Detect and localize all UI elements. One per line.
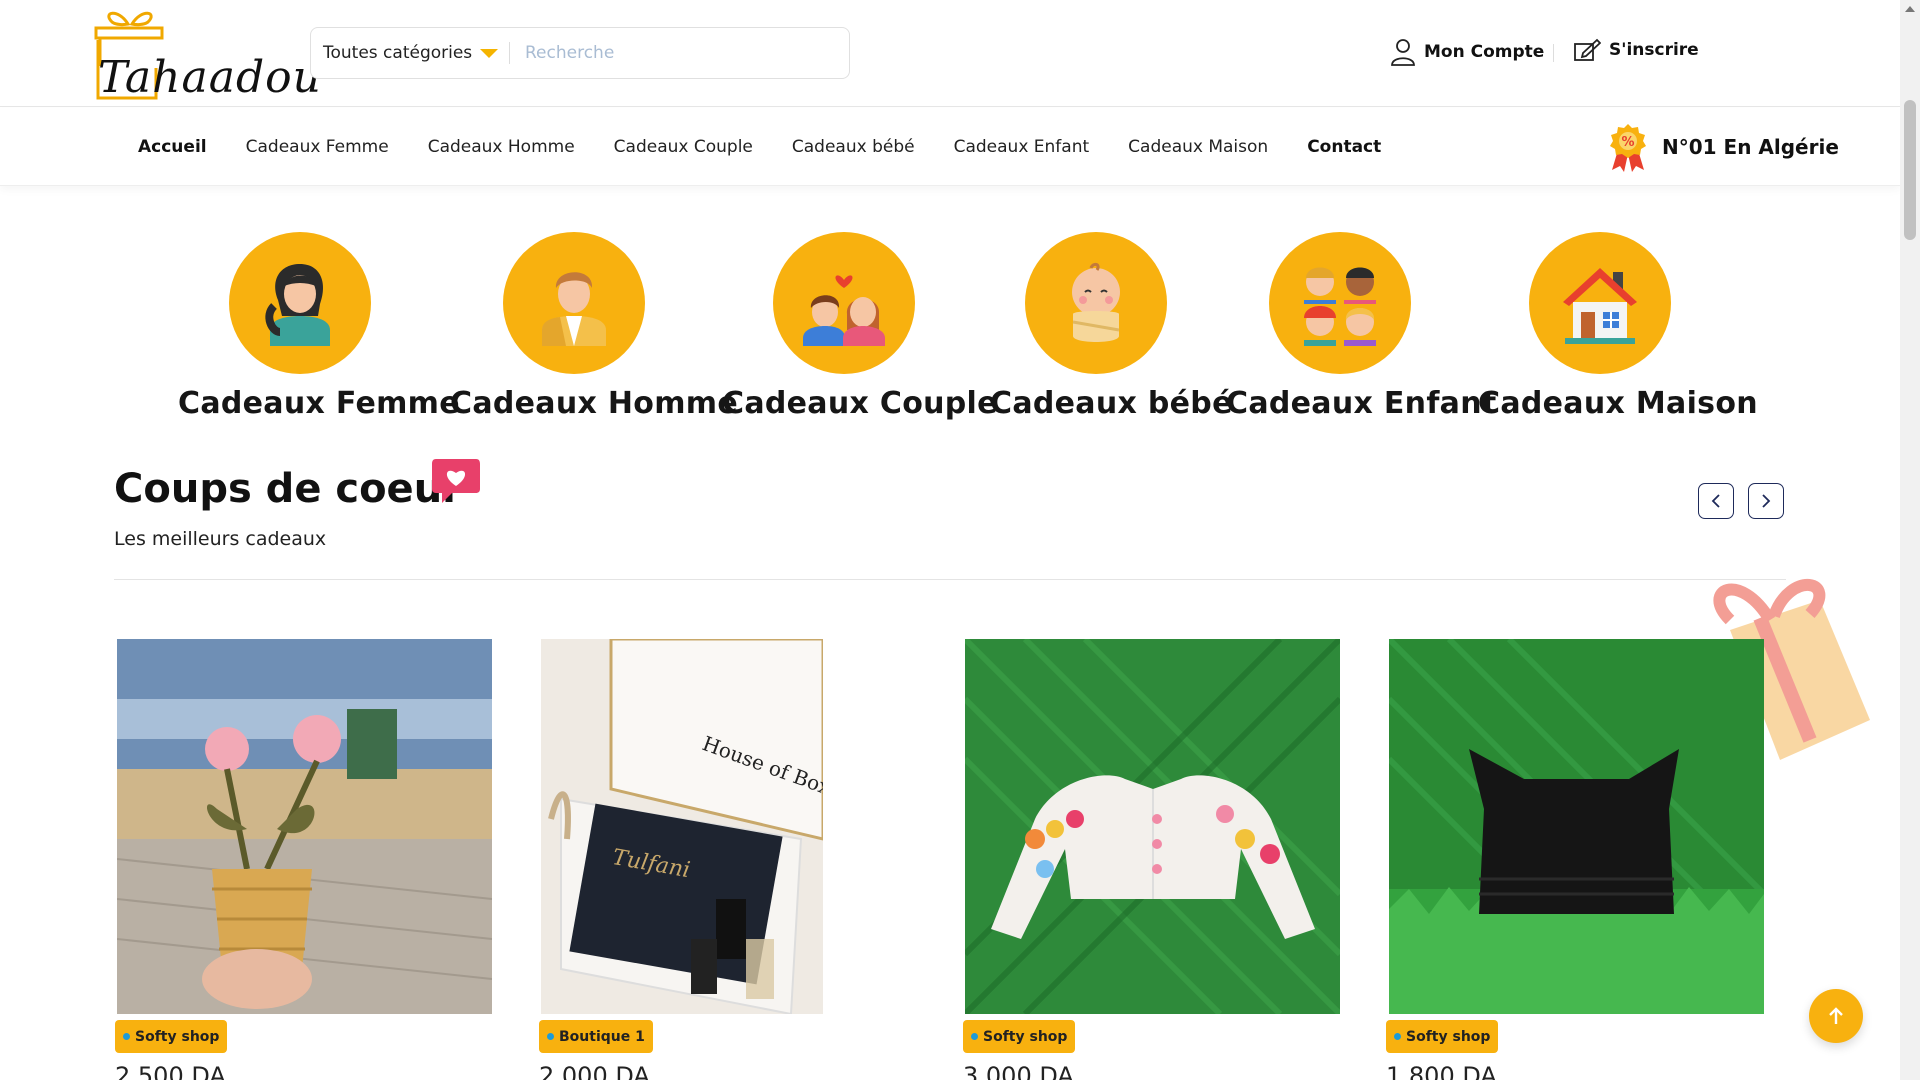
divider [1553, 44, 1554, 62]
shop-name: Softy shop [1406, 1028, 1491, 1045]
shop-badge[interactable]: Softy shop [115, 1020, 228, 1053]
category-label: Cadeaux Femme [178, 386, 460, 421]
user-icon [1391, 39, 1415, 66]
section-divider [114, 579, 1786, 580]
category-couple[interactable]: Cadeaux Couple [722, 232, 998, 421]
product-image-house-of-box-gift-set[interactable]: House of Box Tulfani [541, 639, 823, 1014]
search-input[interactable] [525, 36, 835, 70]
top-header: Tahaadou Toutes catégories Mon Compte S'… [0, 0, 1900, 107]
scroll-up-arrow-icon[interactable] [1905, 6, 1915, 12]
search-bar: Toutes catégories [310, 27, 850, 79]
divider [509, 42, 510, 64]
product-photo: House of Box Tulfani [541, 639, 823, 1014]
scrollbar-thumb[interactable] [1904, 100, 1916, 240]
category-label: Cadeaux Maison [1478, 386, 1758, 421]
couple-icon [803, 275, 885, 346]
children-icon [1304, 267, 1376, 346]
chevron-right-icon [1762, 494, 1771, 508]
award-badge-icon: % [1610, 124, 1646, 172]
category-label: Cadeaux bébé [990, 386, 1233, 421]
man-icon [542, 272, 606, 346]
nav-item-cadeaux-couple[interactable]: Cadeaux Couple [614, 137, 753, 157]
chevron-left-icon [1711, 494, 1720, 508]
account-link[interactable]: Mon Compte [1390, 38, 1544, 66]
category-circle [1269, 232, 1411, 374]
carousel-prev-button[interactable] [1698, 483, 1734, 519]
category-label: Cadeaux Couple [722, 386, 998, 421]
category-select[interactable]: Toutes catégories [323, 28, 499, 78]
shop-name: Softy shop [135, 1028, 220, 1045]
nav-item-cadeaux-maison[interactable]: Cadeaux Maison [1128, 137, 1268, 157]
edit-icon [1574, 38, 1601, 61]
house-icon [1563, 268, 1637, 344]
nav-item-cadeaux-femme[interactable]: Cadeaux Femme [246, 137, 389, 157]
shop-name: Boutique 1 [559, 1028, 645, 1045]
signup-link[interactable]: S'inscrire [1573, 38, 1699, 62]
section-title: Coups de coeur [114, 466, 462, 512]
ranking-label: N°01 En Algérie [1662, 135, 1839, 159]
category-circle [503, 232, 645, 374]
nav-item-cadeaux-homme[interactable]: Cadeaux Homme [428, 137, 575, 157]
main-nav: Accueil Cadeaux Femme Cadeaux Homme Cade… [0, 108, 1900, 186]
category-homme[interactable]: Cadeaux Homme [450, 232, 738, 421]
product-price: 2 000 DA [539, 1062, 650, 1080]
category-bebe[interactable]: Cadeaux bébé [990, 232, 1233, 421]
category-circle [1529, 232, 1671, 374]
shop-badge[interactable]: Boutique 1 [539, 1020, 653, 1053]
product-price: 2 500 DA [115, 1062, 226, 1080]
category-circle [1025, 232, 1167, 374]
baby-icon [1072, 262, 1120, 342]
nav-item-accueil[interactable]: Accueil [138, 137, 207, 157]
nav-menu: Accueil Cadeaux Femme Cadeaux Homme Cade… [138, 108, 1420, 186]
category-label: Cadeaux Enfant [1226, 386, 1497, 421]
product-image-crochet-flower-pot[interactable] [117, 639, 492, 1014]
ranking-badge: % N°01 En Algérie [1608, 122, 1839, 172]
nav-item-cadeaux-enfant[interactable]: Cadeaux Enfant [954, 137, 1090, 157]
product-photo [117, 639, 492, 1014]
svg-text:%: % [1621, 135, 1634, 150]
heart-speech-icon [432, 459, 480, 503]
shop-name: Softy shop [983, 1028, 1068, 1045]
status-dot [123, 1033, 130, 1040]
nav-item-contact[interactable]: Contact [1307, 137, 1381, 157]
product-price: 1 800 DA [1386, 1062, 1497, 1080]
category-select-label: Toutes catégories [323, 43, 473, 63]
signup-label: S'inscrire [1609, 40, 1699, 60]
section-subtitle: Les meilleurs cadeaux [114, 528, 327, 550]
status-dot [547, 1033, 554, 1040]
carousel-next-button[interactable] [1748, 483, 1784, 519]
nav-item-cadeaux-bebe[interactable]: Cadeaux bébé [792, 137, 915, 157]
arrow-up-icon [1829, 1007, 1843, 1024]
category-enfant[interactable]: Cadeaux Enfant [1226, 232, 1497, 421]
page-scrollbar[interactable] [1900, 0, 1920, 1080]
category-femme[interactable]: Cadeaux Femme [178, 232, 460, 421]
status-dot [971, 1033, 978, 1040]
shop-badge[interactable]: Softy shop [1386, 1020, 1499, 1053]
scroll-to-top-button[interactable] [1809, 989, 1863, 1043]
logo-text: Tahaadou [98, 52, 322, 103]
product-photo [965, 639, 1340, 1014]
product-photo [1389, 639, 1764, 1014]
product-price: 3 000 DA [963, 1062, 1074, 1080]
category-label: Cadeaux Homme [450, 386, 738, 421]
account-label: Mon Compte [1424, 42, 1545, 62]
site-logo[interactable]: Tahaadou [90, 6, 321, 103]
category-circle [229, 232, 371, 374]
category-circle [773, 232, 915, 374]
status-dot [1394, 1033, 1401, 1040]
category-maison[interactable]: Cadeaux Maison [1478, 232, 1758, 421]
product-image-crochet-cat-hat[interactable] [1389, 639, 1764, 1014]
woman-icon [265, 264, 330, 346]
shop-badge[interactable]: Softy shop [963, 1020, 1076, 1053]
chevron-down-icon [480, 48, 499, 58]
product-image-crochet-cardigan[interactable] [965, 639, 1340, 1014]
